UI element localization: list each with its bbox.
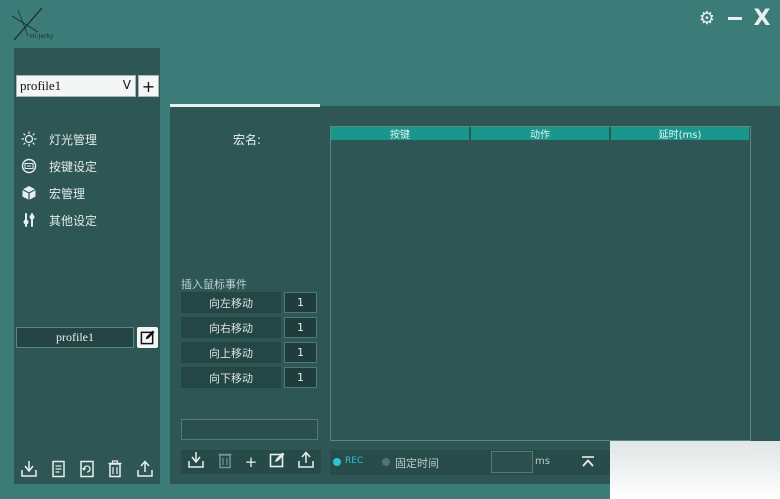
- move-right-amount[interactable]: 1: [284, 317, 317, 338]
- move-down-button[interactable]: 向下移动: [181, 367, 281, 388]
- move-up-button[interactable]: 向上移动: [181, 342, 281, 363]
- chevron-down-icon: V: [122, 78, 131, 92]
- chevron-up-icon: [582, 456, 594, 467]
- macro-table[interactable]: [330, 126, 751, 441]
- sidebar-item-other[interactable]: 其他设定: [20, 209, 155, 231]
- profile-select[interactable]: profile1 V: [16, 75, 136, 97]
- macro-name-label: 宏名:: [233, 133, 262, 147]
- keyboard-icon: [20, 157, 38, 175]
- document-icon[interactable]: [51, 460, 67, 482]
- sidebar-item-label: 宏管理: [49, 186, 86, 201]
- import-icon[interactable]: [187, 451, 205, 473]
- fixed-time-radio[interactable]: [382, 458, 390, 466]
- logo-text: Hi-Jerky: [30, 33, 54, 40]
- sliders-icon: [20, 211, 38, 229]
- sidebar-toolbar: [14, 458, 160, 484]
- sidebar-item-label: 其他设定: [49, 213, 98, 228]
- macro-name-input[interactable]: [181, 419, 318, 440]
- panel-tab-indicator: [170, 104, 320, 107]
- top-strip: [160, 48, 780, 96]
- sidebar-item-lighting[interactable]: 灯光管理: [20, 128, 155, 150]
- fixed-delay-input[interactable]: [491, 451, 533, 473]
- edit-icon[interactable]: [269, 452, 285, 472]
- sidebar-item-macro[interactable]: 宏管理: [20, 182, 155, 204]
- column-header-key[interactable]: 按键: [331, 127, 470, 141]
- move-down-amount[interactable]: 1: [284, 367, 317, 388]
- add-icon[interactable]: +: [245, 453, 258, 471]
- sidebar-item-keys[interactable]: 按键设定: [20, 155, 155, 177]
- sidebar: [14, 48, 160, 484]
- sidebar-item-label: 灯光管理: [49, 132, 98, 147]
- watermark-overlay: [610, 441, 780, 499]
- refresh-icon[interactable]: [79, 460, 95, 482]
- trash-icon[interactable]: [107, 460, 123, 482]
- close-icon[interactable]: X: [752, 6, 772, 31]
- column-header-delay[interactable]: 延时(ms): [611, 127, 750, 141]
- insert-mouse-event-label: 插入鼠标事件: [181, 278, 247, 291]
- move-right-button[interactable]: 向右移动: [181, 317, 281, 338]
- rec-radio[interactable]: [333, 458, 341, 466]
- sidebar-item-label: 按键设定: [49, 159, 98, 174]
- export-icon[interactable]: [136, 460, 154, 482]
- cube-icon: [20, 184, 38, 202]
- move-left-button[interactable]: 向左移动: [181, 292, 281, 313]
- move-left-amount[interactable]: 1: [284, 292, 317, 313]
- export-icon[interactable]: [297, 451, 315, 473]
- bulb-icon: [20, 130, 38, 148]
- add-profile-button[interactable]: +: [138, 75, 159, 97]
- collapse-up-button[interactable]: [578, 452, 598, 472]
- macro-toolbar: +: [181, 450, 321, 474]
- edit-icon: [140, 330, 155, 345]
- minimize-icon[interactable]: [725, 8, 745, 28]
- profile-select-value: profile1: [20, 78, 62, 93]
- move-up-amount[interactable]: 1: [284, 342, 317, 363]
- settings-gear-icon[interactable]: ⚙: [697, 8, 717, 29]
- edit-profile-button[interactable]: [137, 327, 158, 348]
- column-header-action[interactable]: 动作: [471, 127, 610, 141]
- fixed-time-label: 固定时间: [395, 457, 439, 470]
- profile-name-field[interactable]: profile1: [16, 327, 134, 348]
- rec-label: REC: [345, 456, 364, 466]
- trash-icon[interactable]: [217, 451, 233, 473]
- import-icon[interactable]: [20, 460, 38, 482]
- delay-unit-label: ms: [535, 456, 550, 467]
